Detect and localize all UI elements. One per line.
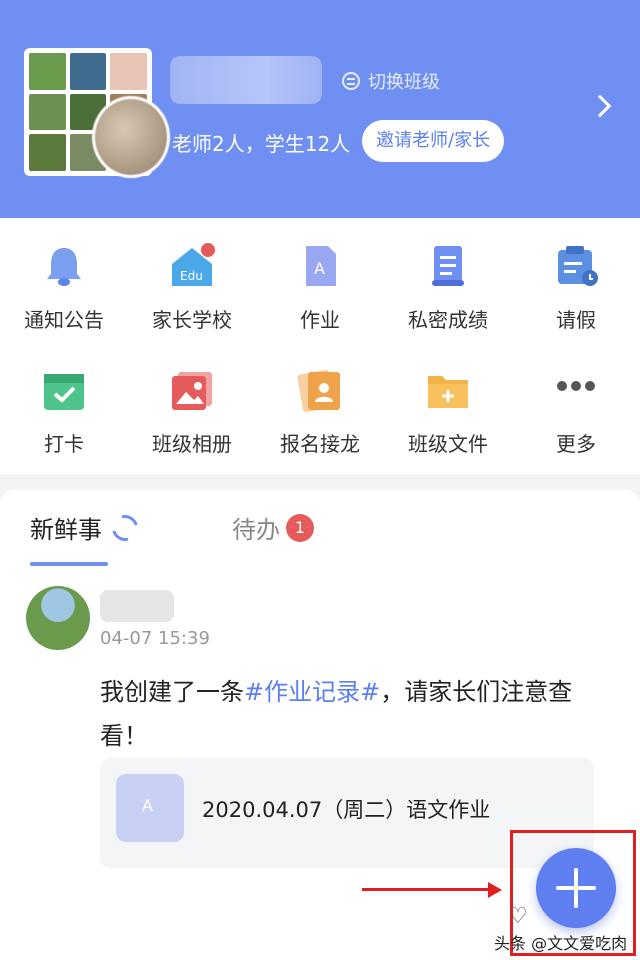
attachment-title: 2020.04.07（周二）语文作业	[202, 798, 491, 822]
watermark: 头条 @文文爱吃肉	[494, 934, 628, 953]
feature-grid: 通知公告 Edu 家长学校 A 作业 私密成绩 请假 打卡 班级相册 报名接龙 …	[0, 218, 640, 474]
svg-text:A: A	[314, 259, 325, 278]
tab-active-indicator	[30, 562, 108, 566]
grid-item-parent-school[interactable]: Edu 家长学校	[128, 242, 256, 333]
switch-icon	[342, 72, 360, 90]
album-icon	[168, 366, 216, 414]
invite-button[interactable]: 邀请老师/家长	[362, 120, 505, 162]
bell-icon	[40, 242, 88, 290]
todo-count-badge: 1	[286, 513, 314, 542]
teacher-avatar	[92, 96, 170, 178]
photo-thumb	[29, 93, 66, 131]
tab-todo[interactable]: 待办 1	[232, 510, 314, 545]
grid-item-class-files[interactable]: 班级文件	[384, 366, 512, 457]
folder-icon	[424, 366, 472, 414]
poster-name-blurred	[100, 590, 174, 622]
grid-item-more[interactable]: 更多	[512, 366, 640, 457]
switch-class-button[interactable]: 切换班级	[342, 68, 440, 94]
post-time: 04-07 15:39	[100, 628, 210, 649]
grid-item-notice[interactable]: 通知公告	[0, 242, 128, 333]
chevron-right-icon[interactable]	[588, 94, 612, 118]
annotation-arrow-head	[488, 882, 502, 898]
grid-item-signup[interactable]: 报名接龙	[256, 366, 384, 457]
photo-thumb	[29, 53, 66, 90]
grid-item-checkin[interactable]: 打卡	[0, 366, 128, 457]
edu-house-icon: Edu	[168, 242, 216, 290]
refresh-icon[interactable]	[107, 509, 143, 546]
file-icon	[116, 774, 184, 842]
grid-item-leave[interactable]: 请假	[512, 242, 640, 333]
signup-icon	[296, 366, 344, 414]
homework-icon: A	[296, 242, 344, 290]
grid-item-homework[interactable]: A 作业	[256, 242, 384, 333]
poster-avatar[interactable]	[26, 586, 90, 650]
svg-text:Edu: Edu	[180, 269, 203, 283]
grid-item-class-album[interactable]: 班级相册	[128, 366, 256, 457]
scroll-icon	[424, 242, 472, 290]
class-name-blurred	[170, 56, 322, 104]
checkin-icon	[40, 366, 88, 414]
photo-thumb	[29, 134, 66, 171]
tab-news[interactable]: 新鲜事	[30, 509, 143, 546]
heart-icon[interactable]: ♡	[508, 904, 528, 929]
app-screen: 切换班级 老师2人，学生12人 邀请老师/家长 通知公告 Edu 家长学校 A …	[0, 0, 640, 960]
leave-icon	[552, 242, 600, 290]
class-header: 切换班级 老师2人，学生12人 邀请老师/家长	[0, 0, 640, 218]
grid-item-private-scores[interactable]: 私密成绩	[384, 242, 512, 333]
post-text: 我创建了一条#作业记录#，请家长们注意查看！	[100, 678, 573, 750]
member-count: 老师2人，学生12人	[172, 132, 351, 156]
photo-thumb	[69, 53, 107, 90]
annotation-arrow	[362, 888, 490, 891]
more-icon	[552, 366, 600, 414]
hashtag-link[interactable]: #作业记录#	[244, 678, 380, 706]
photo-thumb	[110, 53, 147, 90]
